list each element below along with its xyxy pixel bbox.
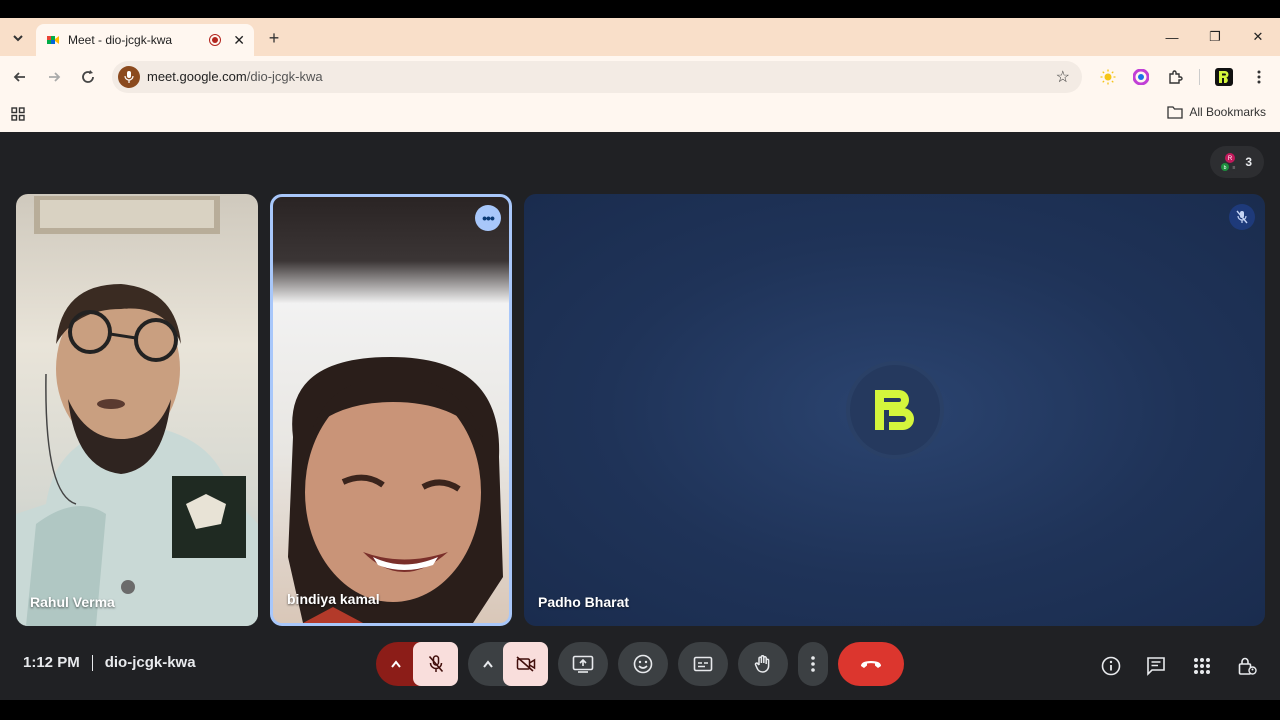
chevron-up-icon [391, 660, 401, 668]
current-time: 1:12 PM [23, 654, 80, 671]
captions-button[interactable] [678, 642, 728, 686]
toolbar-divider [1199, 69, 1200, 85]
captions-icon [693, 656, 713, 672]
padho-bharat-avatar [849, 365, 940, 455]
browser-toolbar: meet.google.com/dio-jcgk-kwa ☆ [0, 56, 1280, 98]
url-host: meet.google.com [147, 69, 247, 84]
new-tab-button[interactable]: + [262, 26, 286, 50]
extensions-puzzle-icon[interactable] [1164, 66, 1186, 88]
svg-text:R: R [1228, 156, 1233, 162]
reload-button[interactable] [76, 65, 100, 89]
mic-control-group [376, 642, 458, 686]
meet-stage: R b ≡ 3 Rahul Verma ••• bindiya kamal Pa… [0, 132, 1280, 700]
lock-person-icon [1238, 657, 1257, 675]
apps-icon [1194, 658, 1210, 674]
hand-icon [754, 655, 770, 673]
window-close-button[interactable]: ✕ [1243, 26, 1273, 48]
theme-sun-icon[interactable] [1097, 66, 1119, 88]
tab-strip: Meet - dio-jcgk-kwa ✕ + — ❐ ✕ [0, 18, 1280, 56]
meeting-details-button[interactable] [1099, 654, 1123, 678]
svg-text:b: b [1224, 165, 1227, 171]
all-bookmarks-button[interactable]: All Bookmarks [1167, 105, 1266, 119]
screen: Meet - dio-jcgk-kwa ✕ + — ❐ ✕ meet.googl… [0, 0, 1280, 720]
mic-toggle-button[interactable] [413, 642, 458, 686]
raise-hand-button[interactable] [738, 642, 788, 686]
video-settings-button[interactable] [478, 654, 498, 674]
url-path: /dio-jcgk-kwa [246, 69, 323, 84]
chevron-up-icon [483, 660, 493, 668]
emoji-icon [633, 654, 653, 674]
svg-text:≡: ≡ [1233, 165, 1236, 171]
participant-video-bindiya [288, 357, 503, 623]
arrow-left-icon [13, 72, 25, 82]
camera-toggle-button[interactable] [503, 642, 548, 686]
mic-muted-icon [1229, 204, 1255, 230]
mic-permission-icon[interactable] [118, 66, 140, 88]
url-text: meet.google.com/dio-jcgk-kwa [147, 69, 323, 84]
hang-up-icon [861, 661, 881, 668]
participant-tile-padho-bharat[interactable]: Padho Bharat [524, 194, 1265, 626]
recording-indicator-icon [209, 34, 222, 46]
tile-more-options-button[interactable]: ••• [475, 205, 501, 231]
participant-video-rahul [16, 196, 258, 626]
chat-icon [1147, 657, 1165, 676]
reload-icon [82, 70, 94, 83]
chevron-down-icon [13, 35, 23, 42]
camera-control-group [468, 642, 548, 686]
participants-count: 3 [1245, 155, 1252, 169]
tab-meet[interactable]: Meet - dio-jcgk-kwa ✕ [36, 24, 254, 56]
present-screen-button[interactable] [558, 642, 608, 686]
arrow-right-icon [49, 72, 61, 82]
participant-name: Padho Bharat [538, 594, 630, 610]
back-button[interactable] [8, 65, 32, 89]
tab-title: Meet - dio-jcgk-kwa [68, 33, 173, 47]
tab-close-icon[interactable]: ✕ [233, 32, 245, 49]
meeting-info: 1:12 PM dio-jcgk-kwa [23, 654, 196, 671]
camera-off-icon [515, 656, 535, 672]
chat-button[interactable] [1144, 654, 1168, 678]
leave-call-button[interactable] [838, 642, 904, 686]
info-icon [1101, 656, 1121, 676]
restore-button[interactable]: ❐ [1200, 26, 1230, 48]
meeting-code: dio-jcgk-kwa [104, 654, 196, 671]
all-bookmarks-label: All Bookmarks [1189, 105, 1266, 119]
audio-settings-button[interactable] [386, 654, 406, 674]
forward-button[interactable] [42, 65, 66, 89]
host-controls-button[interactable] [1235, 654, 1259, 678]
bookmarks-bar: All Bookmarks [0, 98, 1280, 132]
padho-bharat-extension-icon[interactable] [1213, 66, 1235, 88]
bookmark-star-icon[interactable]: ☆ [1056, 67, 1070, 87]
participant-name: bindiya kamal [287, 591, 380, 607]
participant-name: Rahul Verma [30, 594, 115, 610]
divider [91, 654, 93, 671]
bottom-letterbox [0, 700, 1280, 720]
reactions-button[interactable] [618, 642, 668, 686]
more-vert-icon [811, 656, 815, 672]
address-bar[interactable]: meet.google.com/dio-jcgk-kwa ☆ [112, 61, 1082, 93]
activities-button[interactable] [1190, 654, 1214, 678]
participant-tile-bindiya[interactable]: ••• bindiya kamal [270, 194, 512, 626]
apps-grid-icon[interactable] [10, 106, 26, 122]
participant-tile-rahul[interactable]: Rahul Verma [16, 194, 258, 626]
minimize-button[interactable]: — [1157, 26, 1187, 48]
color-extension-icon[interactable] [1130, 66, 1152, 88]
meet-favicon-icon [47, 36, 59, 44]
present-screen-icon [572, 655, 594, 673]
folder-icon [1167, 106, 1183, 119]
browser-menu-icon[interactable] [1248, 66, 1270, 88]
tab-search-button[interactable] [6, 26, 30, 50]
top-letterbox [0, 0, 1280, 18]
participant-avatars-icon: R b ≡ [1221, 153, 1238, 171]
padho-bharat-logo-icon [874, 390, 914, 430]
participants-chip[interactable]: R b ≡ 3 [1210, 146, 1264, 178]
mic-off-icon [428, 655, 443, 673]
more-options-button[interactable] [798, 642, 828, 686]
